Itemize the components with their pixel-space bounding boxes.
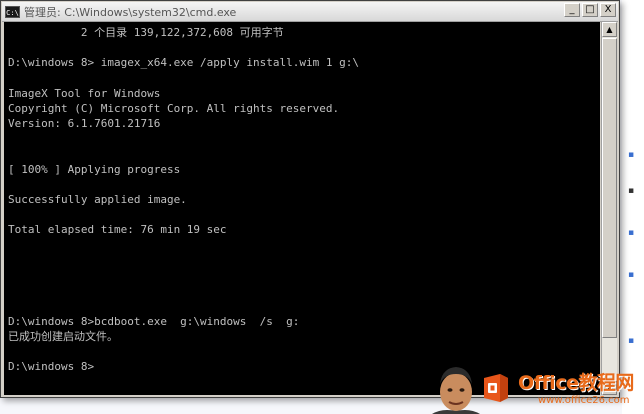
console-line: Copyright (C) Microsoft Corp. All rights… xyxy=(8,101,340,115)
scroll-thumb[interactable] xyxy=(602,38,617,338)
console-line: [ 100% ] Applying progress xyxy=(8,162,181,176)
console-line: 已成功创建启动文件。 xyxy=(8,329,118,343)
console-text: 2 个目录 139,122,372,608 可用字节 D:\windows 8> … xyxy=(8,25,359,374)
title-bar[interactable]: C:\ 管理员: C:\Windows\system32\cmd.exe _ □… xyxy=(2,2,618,22)
console-line: Version: 6.1.7601.21716 xyxy=(8,117,161,131)
cmd-app-icon[interactable]: C:\ xyxy=(5,5,20,18)
office-logo-icon xyxy=(484,374,508,402)
console-output[interactable]: 2 个目录 139,122,372,608 可用字节 D:\windows 8> … xyxy=(4,22,600,395)
background-mark: ▪ xyxy=(628,150,635,160)
window-controls: _ □ X xyxy=(564,3,616,17)
background-mark: ▪ xyxy=(628,270,635,280)
scroll-up-button[interactable]: ▲ xyxy=(602,22,617,37)
close-button[interactable]: X xyxy=(600,3,616,17)
background-mark: ▪ xyxy=(628,336,635,346)
person-photo-icon xyxy=(432,367,480,414)
console-line: D:\windows 8> imagex_x64.exe /apply inst… xyxy=(8,56,359,70)
minimize-button[interactable]: _ xyxy=(564,3,580,17)
cmd-window: C:\ 管理员: C:\Windows\system32\cmd.exe _ □… xyxy=(0,0,620,398)
background-mark: ▪ xyxy=(628,186,635,196)
console-line: Total elapsed time: 76 min 19 sec xyxy=(8,223,227,237)
watermark-brand: Office教程网 xyxy=(518,372,634,394)
watermark-url: www.office26.com xyxy=(538,395,630,406)
console-line: Successfully applied image. xyxy=(8,193,187,207)
console-line: D:\windows 8>bcdboot.exe g:\windows /s g… xyxy=(8,314,300,328)
watermark: Office教程网 www.office26.com xyxy=(430,362,644,414)
console-line: ImageX Tool for Windows xyxy=(8,86,161,100)
background-mark: ▪ xyxy=(628,228,635,238)
window-title: 管理员: C:\Windows\system32\cmd.exe xyxy=(24,5,237,19)
console-line: D:\windows 8> xyxy=(8,360,95,374)
maximize-button[interactable]: □ xyxy=(582,3,598,17)
desktop: ▪ ▪ ▪ ▪ ▪ C:\ 管理员: C:\Windows\system32\c… xyxy=(0,0,644,414)
background-page-strip xyxy=(622,0,644,414)
vertical-scrollbar[interactable]: ▲ ▼ xyxy=(601,22,617,395)
console-line: 2 个目录 139,122,372,608 可用字节 xyxy=(8,26,284,39)
